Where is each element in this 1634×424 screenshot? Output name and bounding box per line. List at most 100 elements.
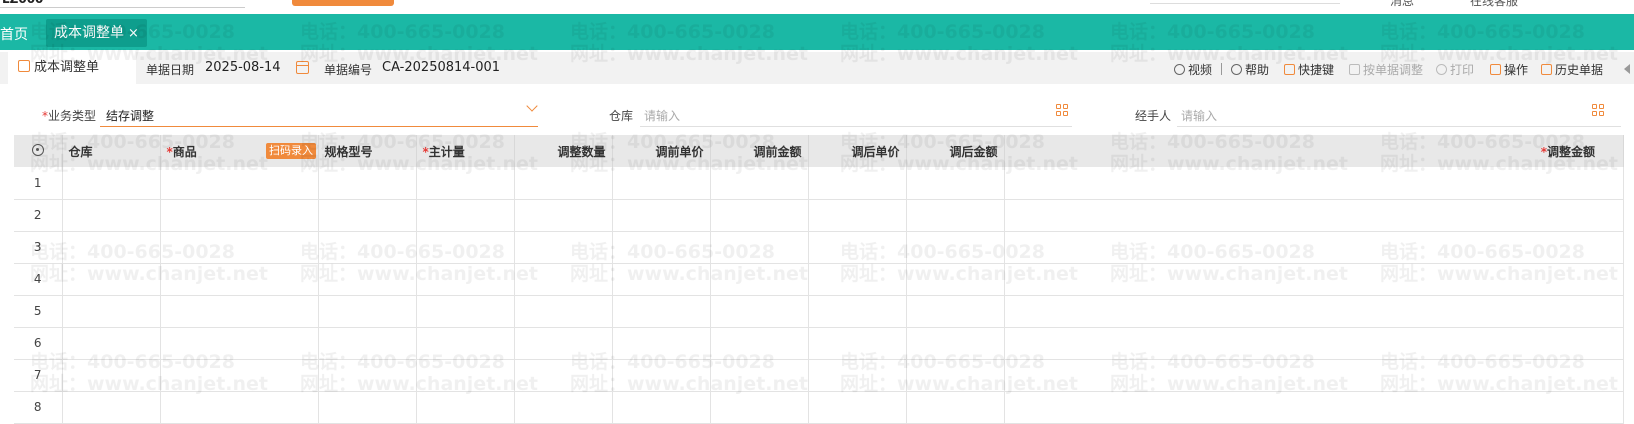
table-cell[interactable] [612,391,711,424]
table-cell[interactable] [318,199,417,232]
top-orange-button[interactable] [292,0,394,6]
close-icon[interactable]: × [128,26,139,41]
table-cell[interactable] [1004,199,1624,232]
table-cell[interactable] [416,263,515,296]
table-cell[interactable] [160,327,319,360]
table-cell[interactable] [514,231,613,264]
business-type-select[interactable]: 结存调整 [106,107,154,124]
table-cell[interactable] [906,199,1005,232]
top-right-box[interactable] [1150,0,1340,4]
operate-button[interactable]: 操作 [1490,61,1528,78]
table-cell[interactable] [416,391,515,424]
table-cell[interactable] [612,295,711,328]
table-cell[interactable] [318,295,417,328]
table-cell[interactable] [808,231,907,264]
warehouse-input[interactable]: 请输入 [644,107,680,124]
table-cell[interactable] [160,295,319,328]
table-row[interactable]: 6 [14,327,1624,360]
table-cell[interactable] [514,359,613,392]
table-cell[interactable] [906,327,1005,360]
table-cell[interactable] [1004,327,1624,360]
table-cell[interactable] [612,231,711,264]
table-cell[interactable] [62,263,161,296]
top-search-input[interactable]: LZ000 [0,0,245,8]
table-cell[interactable] [416,295,515,328]
table-cell[interactable] [62,327,161,360]
table-cell[interactable] [160,359,319,392]
help-button[interactable]: 帮助 [1231,61,1269,78]
table-cell[interactable] [612,199,711,232]
table-cell[interactable] [808,167,907,200]
table-cell[interactable] [710,391,809,424]
table-cell[interactable] [906,263,1005,296]
table-cell[interactable] [906,359,1005,392]
table-cell[interactable] [906,231,1005,264]
table-cell[interactable] [1004,231,1624,264]
table-cell[interactable] [514,295,613,328]
online-service-link[interactable]: 在线客服 [1470,0,1518,9]
table-cell[interactable] [416,199,515,232]
date-value[interactable]: 2025-08-14 [205,60,281,75]
table-row[interactable]: 8 [14,391,1624,424]
table-row[interactable]: 4 [14,263,1624,296]
by-doc-adjust-button[interactable]: 按单据调整 [1349,61,1423,78]
table-cell[interactable] [710,263,809,296]
table-row[interactable]: 1 [14,167,1624,200]
table-row[interactable]: 5 [14,295,1624,328]
table-cell[interactable] [808,391,907,424]
table-cell[interactable] [62,295,161,328]
table-cell[interactable] [514,327,613,360]
scan-entry-button[interactable]: 扫码录入 [266,143,316,159]
table-cell[interactable] [808,359,907,392]
table-row[interactable]: 2 [14,199,1624,232]
print-button[interactable]: 打印 [1436,61,1474,78]
messages-link[interactable]: 消息 [1390,0,1414,9]
table-cell[interactable] [710,231,809,264]
table-cell[interactable] [318,231,417,264]
table-cell[interactable] [612,359,711,392]
table-cell[interactable] [808,295,907,328]
table-cell[interactable] [416,359,515,392]
table-cell[interactable] [612,327,711,360]
table-cell[interactable] [160,391,319,424]
table-cell[interactable] [710,167,809,200]
table-cell[interactable] [160,167,319,200]
history-button[interactable]: 历史单据 [1541,61,1603,78]
table-cell[interactable] [514,167,613,200]
table-cell[interactable] [710,295,809,328]
table-cell[interactable] [514,391,613,424]
table-cell[interactable] [514,199,613,232]
tab-cost-adjustment[interactable]: 成本调整单 × [46,19,147,47]
gear-icon[interactable] [31,143,44,156]
calendar-icon[interactable] [296,61,309,74]
table-cell[interactable] [318,167,417,200]
collapse-left-icon[interactable] [1624,64,1630,74]
table-cell[interactable] [514,263,613,296]
code-value[interactable]: CA-20250814-001 [382,60,500,75]
table-cell[interactable] [318,327,417,360]
table-cell[interactable] [62,167,161,200]
table-row[interactable]: 7 [14,359,1624,392]
table-cell[interactable] [160,231,319,264]
table-cell[interactable] [62,199,161,232]
table-cell[interactable] [612,167,711,200]
table-cell[interactable] [62,359,161,392]
column-settings[interactable] [14,135,63,167]
table-cell[interactable] [808,263,907,296]
table-cell[interactable] [318,391,417,424]
table-cell[interactable] [416,327,515,360]
handler-picker-icon[interactable] [1592,104,1604,116]
table-cell[interactable] [808,327,907,360]
table-cell[interactable] [612,263,711,296]
table-cell[interactable] [416,167,515,200]
handler-input[interactable]: 请输入 [1181,107,1217,124]
video-button[interactable]: 视频 [1174,61,1212,78]
table-cell[interactable] [318,359,417,392]
table-cell[interactable] [1004,263,1624,296]
table-cell[interactable] [1004,167,1624,200]
table-cell[interactable] [808,199,907,232]
table-row[interactable]: 3 [14,231,1624,264]
table-cell[interactable] [318,263,417,296]
shortcut-button[interactable]: 快捷键 [1284,61,1334,78]
chevron-down-icon[interactable] [526,100,538,112]
